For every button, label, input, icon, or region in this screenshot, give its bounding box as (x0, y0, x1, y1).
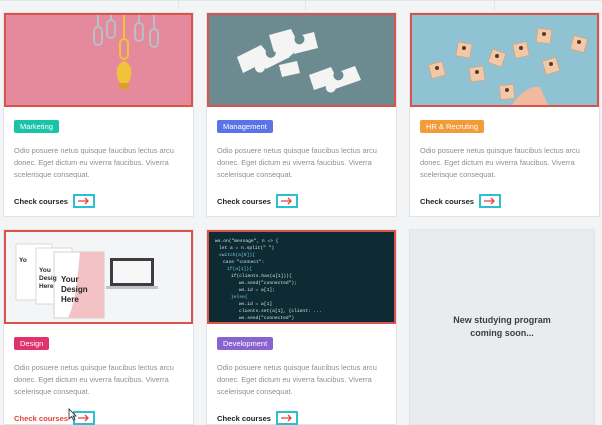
category-badge: Management (217, 120, 273, 133)
arrow-right-icon[interactable] (73, 194, 96, 208)
svg-text:ws.id = a[1]: ws.id = a[1] (239, 301, 272, 307)
arrow-right-icon[interactable] (276, 194, 299, 208)
svg-text:Your: Your (61, 275, 79, 284)
svg-text:if(a[1]){: if(a[1]){ (227, 266, 252, 272)
grid-line (178, 0, 179, 10)
course-image-marketing (4, 13, 193, 107)
svg-text:ws.id = a[1];: ws.id = a[1]; (239, 287, 275, 293)
category-badge: Marketing (14, 120, 59, 133)
svg-text:ws.send("connected"): ws.send("connected") (239, 315, 294, 321)
grid-line (494, 0, 495, 10)
coming-soon-title: New studying program (453, 315, 551, 325)
svg-text:Here: Here (61, 295, 79, 304)
check-courses-label: Check courses (217, 196, 272, 206)
svg-text:ws.on("message", n => {: ws.on("message", n => { (215, 238, 279, 244)
check-courses-link[interactable]: Check courses (217, 411, 299, 425)
check-courses-label: Check courses (217, 413, 272, 423)
course-image-management (207, 13, 396, 107)
check-courses-link[interactable]: Check courses (14, 194, 96, 208)
course-description: Odio posuere netus quisque faucibus lect… (14, 146, 174, 179)
course-card-hr-recruiting[interactable]: HR & Recruting Odio posuere netus quisqu… (409, 12, 600, 217)
svg-text:if(clients.has(a[1])){: if(clients.has(a[1])){ (231, 273, 292, 279)
svg-text:Design: Design (61, 285, 88, 294)
course-description: Odio posuere netus quisque faucibus lect… (14, 363, 174, 396)
course-image-hr (410, 13, 599, 107)
grid-line (305, 0, 306, 10)
svg-text:}else{: }else{ (231, 294, 248, 300)
check-courses-label: Check courses (14, 413, 69, 423)
svg-text:Here: Here (39, 283, 54, 290)
svg-text:ws.send("connected");: ws.send("connected"); (239, 280, 297, 286)
svg-text:Yo: Yo (19, 257, 27, 264)
coming-soon-subtitle: coming soon... (470, 328, 534, 338)
course-card-marketing[interactable]: Marketing Odio posuere netus quisque fau… (3, 12, 194, 217)
course-description: Odio posuere netus quisque faucibus lect… (217, 363, 377, 396)
check-courses-link[interactable]: Check courses (14, 411, 96, 425)
check-courses-link[interactable]: Check courses (217, 194, 299, 208)
category-badge: Design (14, 337, 50, 350)
course-card-management[interactable]: Management Odio posuere netus quisque fa… (206, 12, 397, 217)
svg-text:case "connect":: case "connect": (223, 259, 264, 265)
svg-text:You: You (39, 267, 51, 274)
course-card-design[interactable]: Yo You Desig Here Your Design Here Desig… (3, 229, 194, 425)
svg-text:Desig: Desig (39, 275, 57, 282)
check-courses-label: Check courses (14, 196, 69, 206)
category-badge: Development (217, 337, 274, 350)
svg-text:clients.set(a[1], {client: ...: clients.set(a[1], {client: ... (239, 308, 322, 314)
coming-soon-placeholder: New studying program coming soon... (409, 229, 595, 425)
grid-line (0, 0, 602, 1)
course-image-development: ws.on("message", n => { let a = n.split(… (207, 230, 396, 324)
course-image-design: Yo You Desig Here Your Design Here (4, 230, 193, 324)
arrow-right-icon[interactable] (479, 194, 502, 208)
mouse-pointer-icon (68, 408, 77, 421)
svg-text:let a = n.split(" "): let a = n.split(" ") (219, 245, 274, 251)
arrow-right-icon[interactable] (276, 411, 299, 425)
course-description: Odio posuere netus quisque faucibus lect… (217, 146, 377, 179)
svg-text:switch(a[0]){: switch(a[0]){ (219, 252, 255, 258)
course-card-development[interactable]: ws.on("message", n => { let a = n.split(… (206, 229, 397, 425)
category-badge: HR & Recruting (420, 120, 485, 133)
course-description: Odio posuere netus quisque faucibus lect… (420, 146, 580, 179)
check-courses-link[interactable]: Check courses (420, 194, 502, 208)
check-courses-label: Check courses (420, 196, 475, 206)
